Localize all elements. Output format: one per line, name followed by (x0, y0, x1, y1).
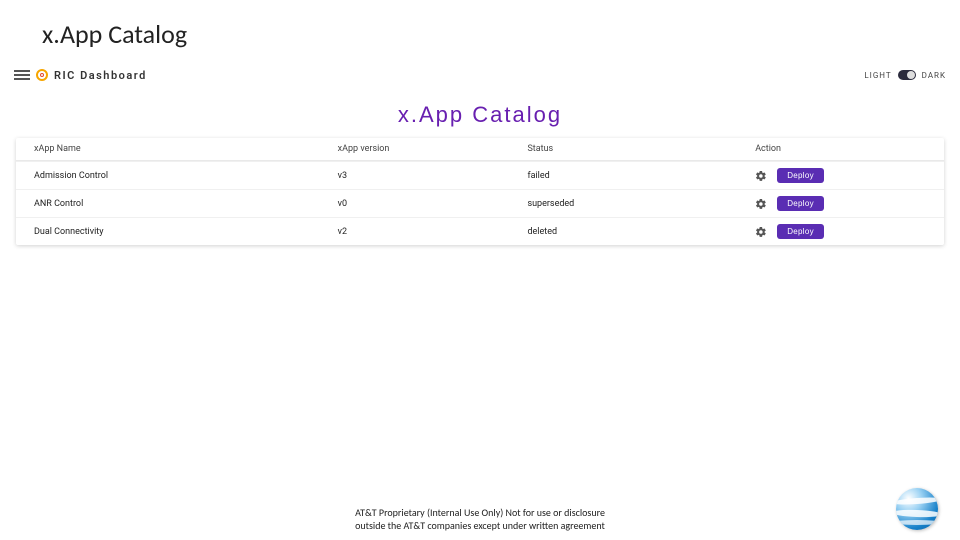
cell-name: Admission Control (34, 171, 338, 181)
brand-title: RIC Dashboard (54, 69, 147, 82)
cell-actions: Deploy (755, 168, 926, 183)
col-header-status: Status (527, 144, 755, 154)
cell-status: deleted (527, 227, 755, 237)
deploy-button[interactable]: Deploy (777, 196, 824, 211)
topbar: RIC Dashboard LIGHT DARK (8, 62, 952, 88)
theme-toggle[interactable] (898, 70, 916, 80)
cell-version: v3 (338, 171, 528, 181)
cell-status: failed (527, 171, 755, 181)
cell-status: superseded (527, 199, 755, 209)
col-header-action: Action (755, 144, 926, 154)
att-logo-icon (896, 488, 938, 530)
cell-version: v0 (338, 199, 528, 209)
theme-toggle-group: LIGHT DARK (864, 70, 946, 80)
footer-line2: outside the AT&T companies except under … (0, 519, 960, 532)
xapp-table: xApp Name xApp version Status Action Adm… (16, 138, 944, 245)
table-row: Admission Control v3 failed Deploy (16, 161, 944, 189)
gear-icon[interactable] (755, 198, 767, 210)
theme-dark-label: DARK (922, 71, 946, 80)
slide-title: x.App Catalog (0, 0, 960, 62)
gear-icon[interactable] (755, 226, 767, 238)
footer-line1: AT&T Proprietary (Internal Use Only) Not… (0, 506, 960, 519)
page-title: x.App Catalog (8, 88, 952, 138)
cell-name: Dual Connectivity (34, 227, 338, 237)
menu-icon[interactable] (14, 70, 30, 80)
cell-version: v2 (338, 227, 528, 237)
app-frame: RIC Dashboard LIGHT DARK x.App Catalog x… (8, 62, 952, 245)
deploy-button[interactable]: Deploy (777, 168, 824, 183)
theme-light-label: LIGHT (864, 71, 891, 80)
col-header-version: xApp version (338, 144, 528, 154)
table-row: Dual Connectivity v2 deleted Deploy (16, 217, 944, 245)
cell-name: ANR Control (34, 199, 338, 209)
topbar-left: RIC Dashboard (14, 69, 147, 82)
cell-actions: Deploy (755, 224, 926, 239)
table-header-row: xApp Name xApp version Status Action (16, 138, 944, 161)
footer-text: AT&T Proprietary (Internal Use Only) Not… (0, 506, 960, 532)
ric-logo-icon (36, 69, 48, 81)
table-row: ANR Control v0 superseded Deploy (16, 189, 944, 217)
deploy-button[interactable]: Deploy (777, 224, 824, 239)
col-header-name: xApp Name (34, 144, 338, 154)
gear-icon[interactable] (755, 170, 767, 182)
cell-actions: Deploy (755, 196, 926, 211)
footer: AT&T Proprietary (Internal Use Only) Not… (0, 506, 960, 532)
